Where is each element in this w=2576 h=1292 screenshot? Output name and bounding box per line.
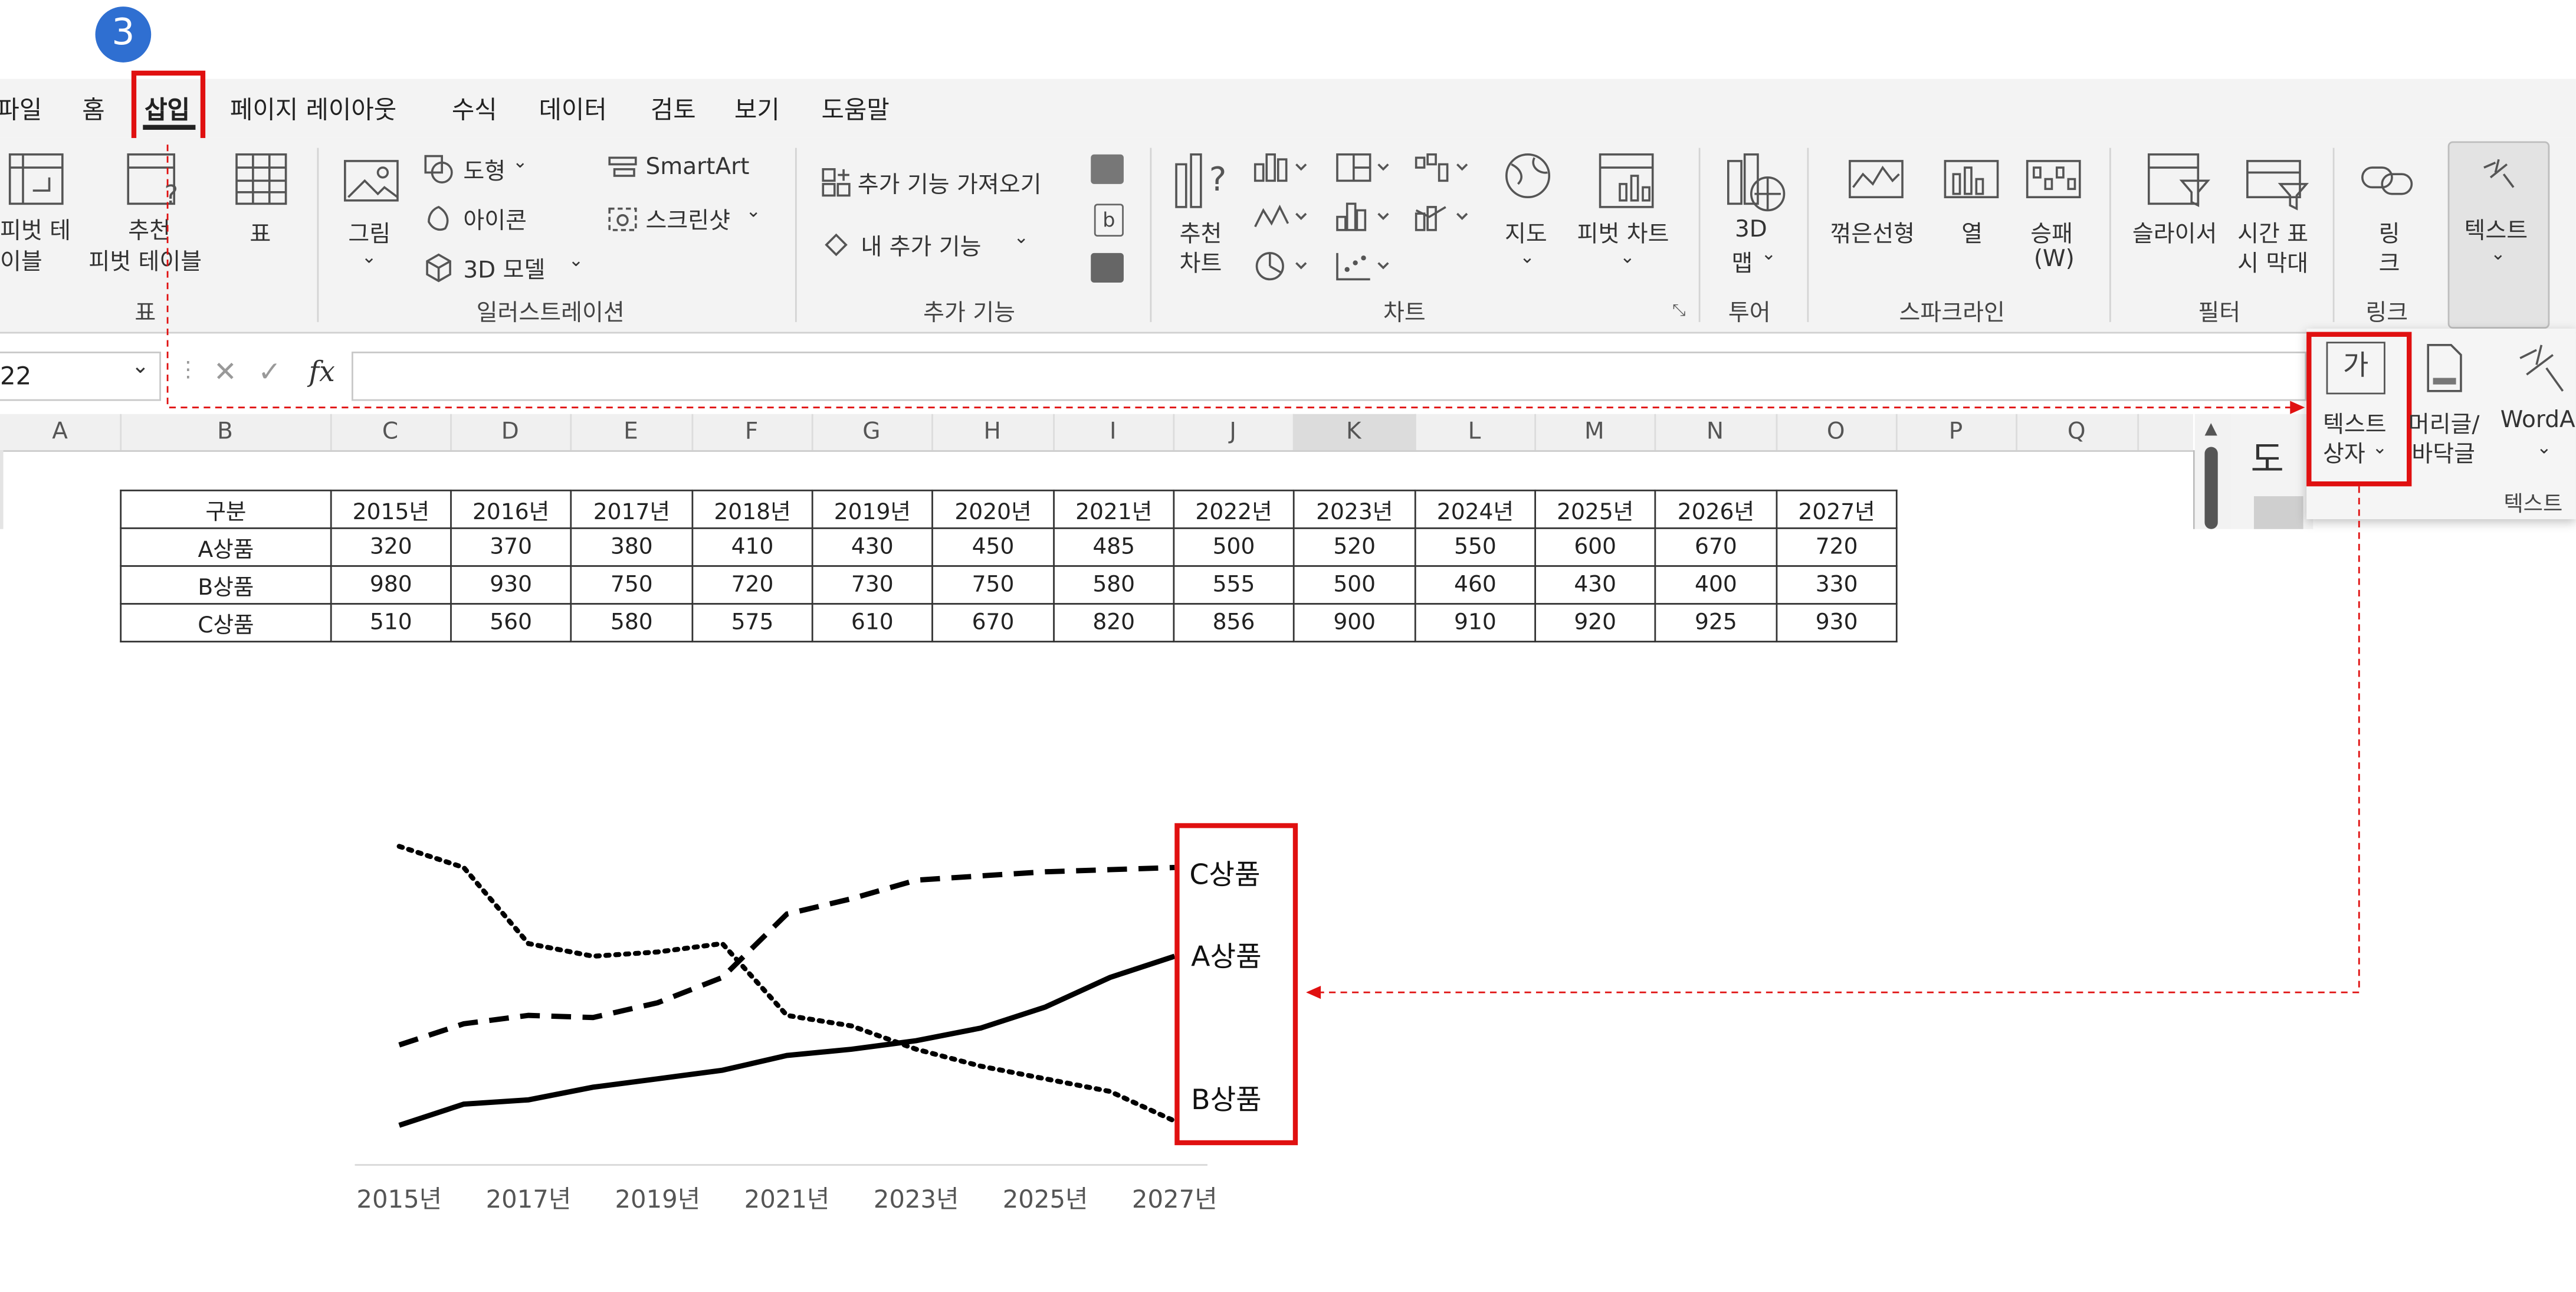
- arrow-line-insert-to-textbox: [166, 145, 2292, 409]
- arrow-head-icon: [1306, 986, 1321, 999]
- arrow-line-textbox-to-legend: [1321, 486, 2360, 993]
- annotation-arrows: [166, 145, 2360, 999]
- arrow-head-icon: [2290, 401, 2305, 414]
